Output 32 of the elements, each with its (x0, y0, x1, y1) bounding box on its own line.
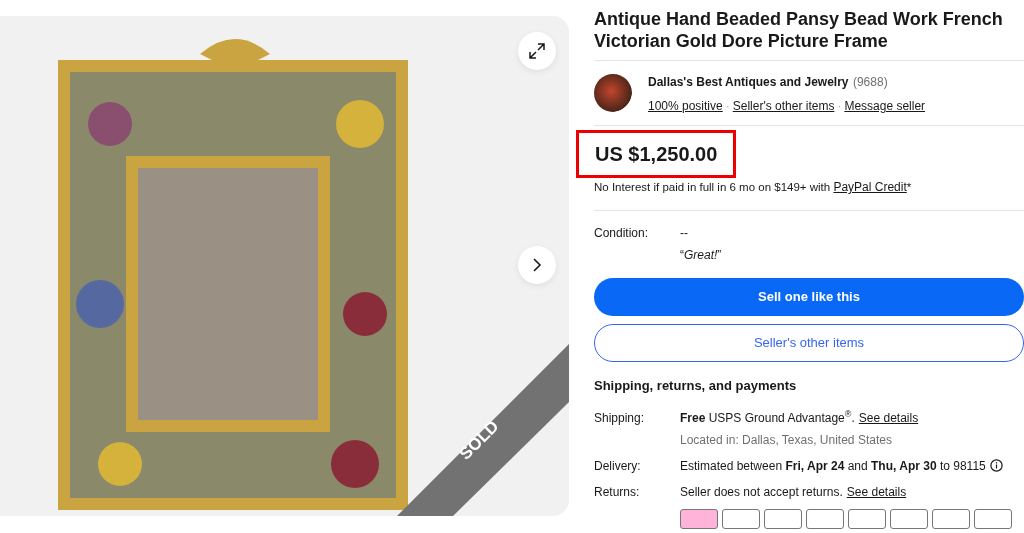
next-image-button[interactable] (518, 246, 556, 284)
seller-link[interactable]: Message seller (844, 99, 926, 113)
row-text: Estimated between Fri, Apr 24 and Thu, Apr 30 to 98115 (680, 457, 986, 475)
row-label: Returns: (594, 483, 641, 501)
row-label: Delivery: (594, 457, 642, 475)
seller-avatar (594, 74, 632, 112)
feedback-count: (9688) (852, 75, 888, 89)
separator-dot: · (725, 99, 730, 113)
row-text: Free USPS Ground Advantage$^{®}$. (680, 408, 855, 427)
action-button[interactable]: Sell one like this (594, 278, 1024, 317)
condition-value: -- (680, 225, 689, 243)
financing-text: No Interest if paid in full in 6 mo on $149+ with PayPal Credit* (594, 179, 913, 196)
row-label: Shipping: (594, 409, 646, 427)
chevron-right-icon (532, 257, 542, 273)
location-text: Located in: Dallas, Texas, United States (680, 431, 893, 449)
condition-label: Condition: (594, 225, 650, 243)
price: US $1,250.00 (595, 142, 718, 167)
see-details-link[interactable]: See details (858, 408, 919, 427)
expand-icon (528, 42, 546, 60)
section-heading: Shipping, returns, and payments (594, 376, 798, 395)
seller-name: Dallas's Best Antiques and Jewelry (648, 75, 849, 89)
seller-link[interactable]: Seller's other items (732, 99, 835, 113)
row-text: Seller does not accept returns. (680, 483, 843, 501)
separator-dot: · (837, 99, 842, 113)
seller-link[interactable]: 100% positive (648, 99, 723, 113)
info-icon[interactable] (989, 459, 1003, 473)
action-button[interactable]: Seller's other items (594, 324, 1024, 363)
condition-note: “Great!” (680, 247, 722, 265)
paypal-credit-link[interactable]: PayPal Credit (833, 180, 907, 194)
expand-button[interactable] (518, 32, 556, 70)
see-details-link[interactable]: See details (846, 482, 907, 501)
listing-title: Antique Hand Beaded Pansy Bead Work French Victorian Gold Dore Picture Frame (594, 8, 1004, 52)
